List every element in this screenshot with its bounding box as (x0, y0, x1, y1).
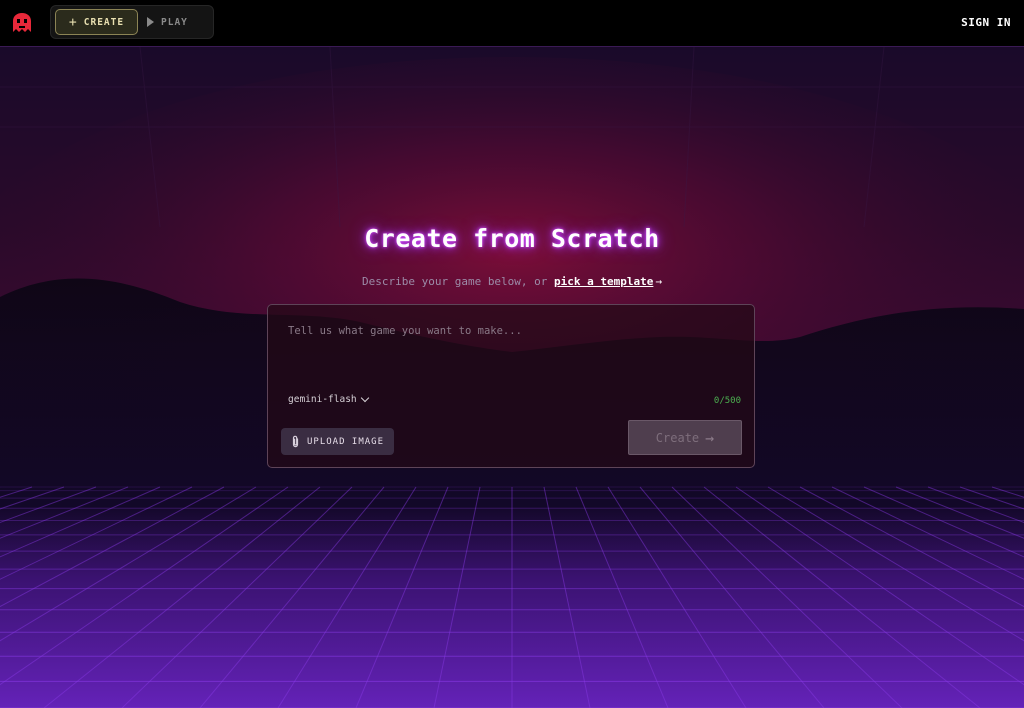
page-title: Create from Scratch (364, 224, 660, 253)
create-submit-button[interactable]: Create → (628, 420, 742, 455)
arrow-right-icon: → (705, 428, 715, 447)
sign-in-button[interactable]: SIGN IN (961, 16, 1011, 29)
char-counter: 0/500 (713, 396, 741, 406)
upload-image-button[interactable]: UPLOAD IMAGE (281, 428, 394, 455)
game-prompt-input[interactable] (288, 325, 738, 385)
nav-create-button[interactable]: + CREATE (55, 9, 138, 35)
pick-template-link[interactable]: pick a template (554, 275, 653, 288)
subtitle-text: Describe your game below, or (361, 275, 548, 288)
nav-create-label: CREATE (83, 16, 125, 28)
subtitle: Describe your game below, or pick a temp… (0, 275, 1024, 288)
paperclip-icon (292, 435, 299, 448)
plus-icon: + (68, 14, 78, 30)
chevron-down-icon (360, 393, 369, 403)
upload-image-label: UPLOAD IMAGE (306, 436, 385, 447)
create-submit-label: Create (655, 430, 700, 445)
play-icon (147, 17, 154, 27)
arcade-ghost-logo-icon[interactable] (10, 12, 34, 34)
model-select[interactable]: gemini-flash (288, 393, 369, 405)
model-select-value: gemini-flash (288, 394, 357, 405)
page: + CREATE PLAY SIGN IN Create from Scratc… (0, 0, 1024, 708)
mode-switcher: + CREATE PLAY (50, 5, 214, 39)
nav-play-label: PLAY (161, 16, 188, 28)
prompt-card: gemini-flash 0/500 UPLOAD IMAGE Create → (267, 304, 755, 468)
nav-play-button[interactable]: PLAY (147, 9, 207, 35)
top-bar: + CREATE PLAY SIGN IN (0, 0, 1024, 47)
arrow-right-icon: → (655, 275, 663, 288)
